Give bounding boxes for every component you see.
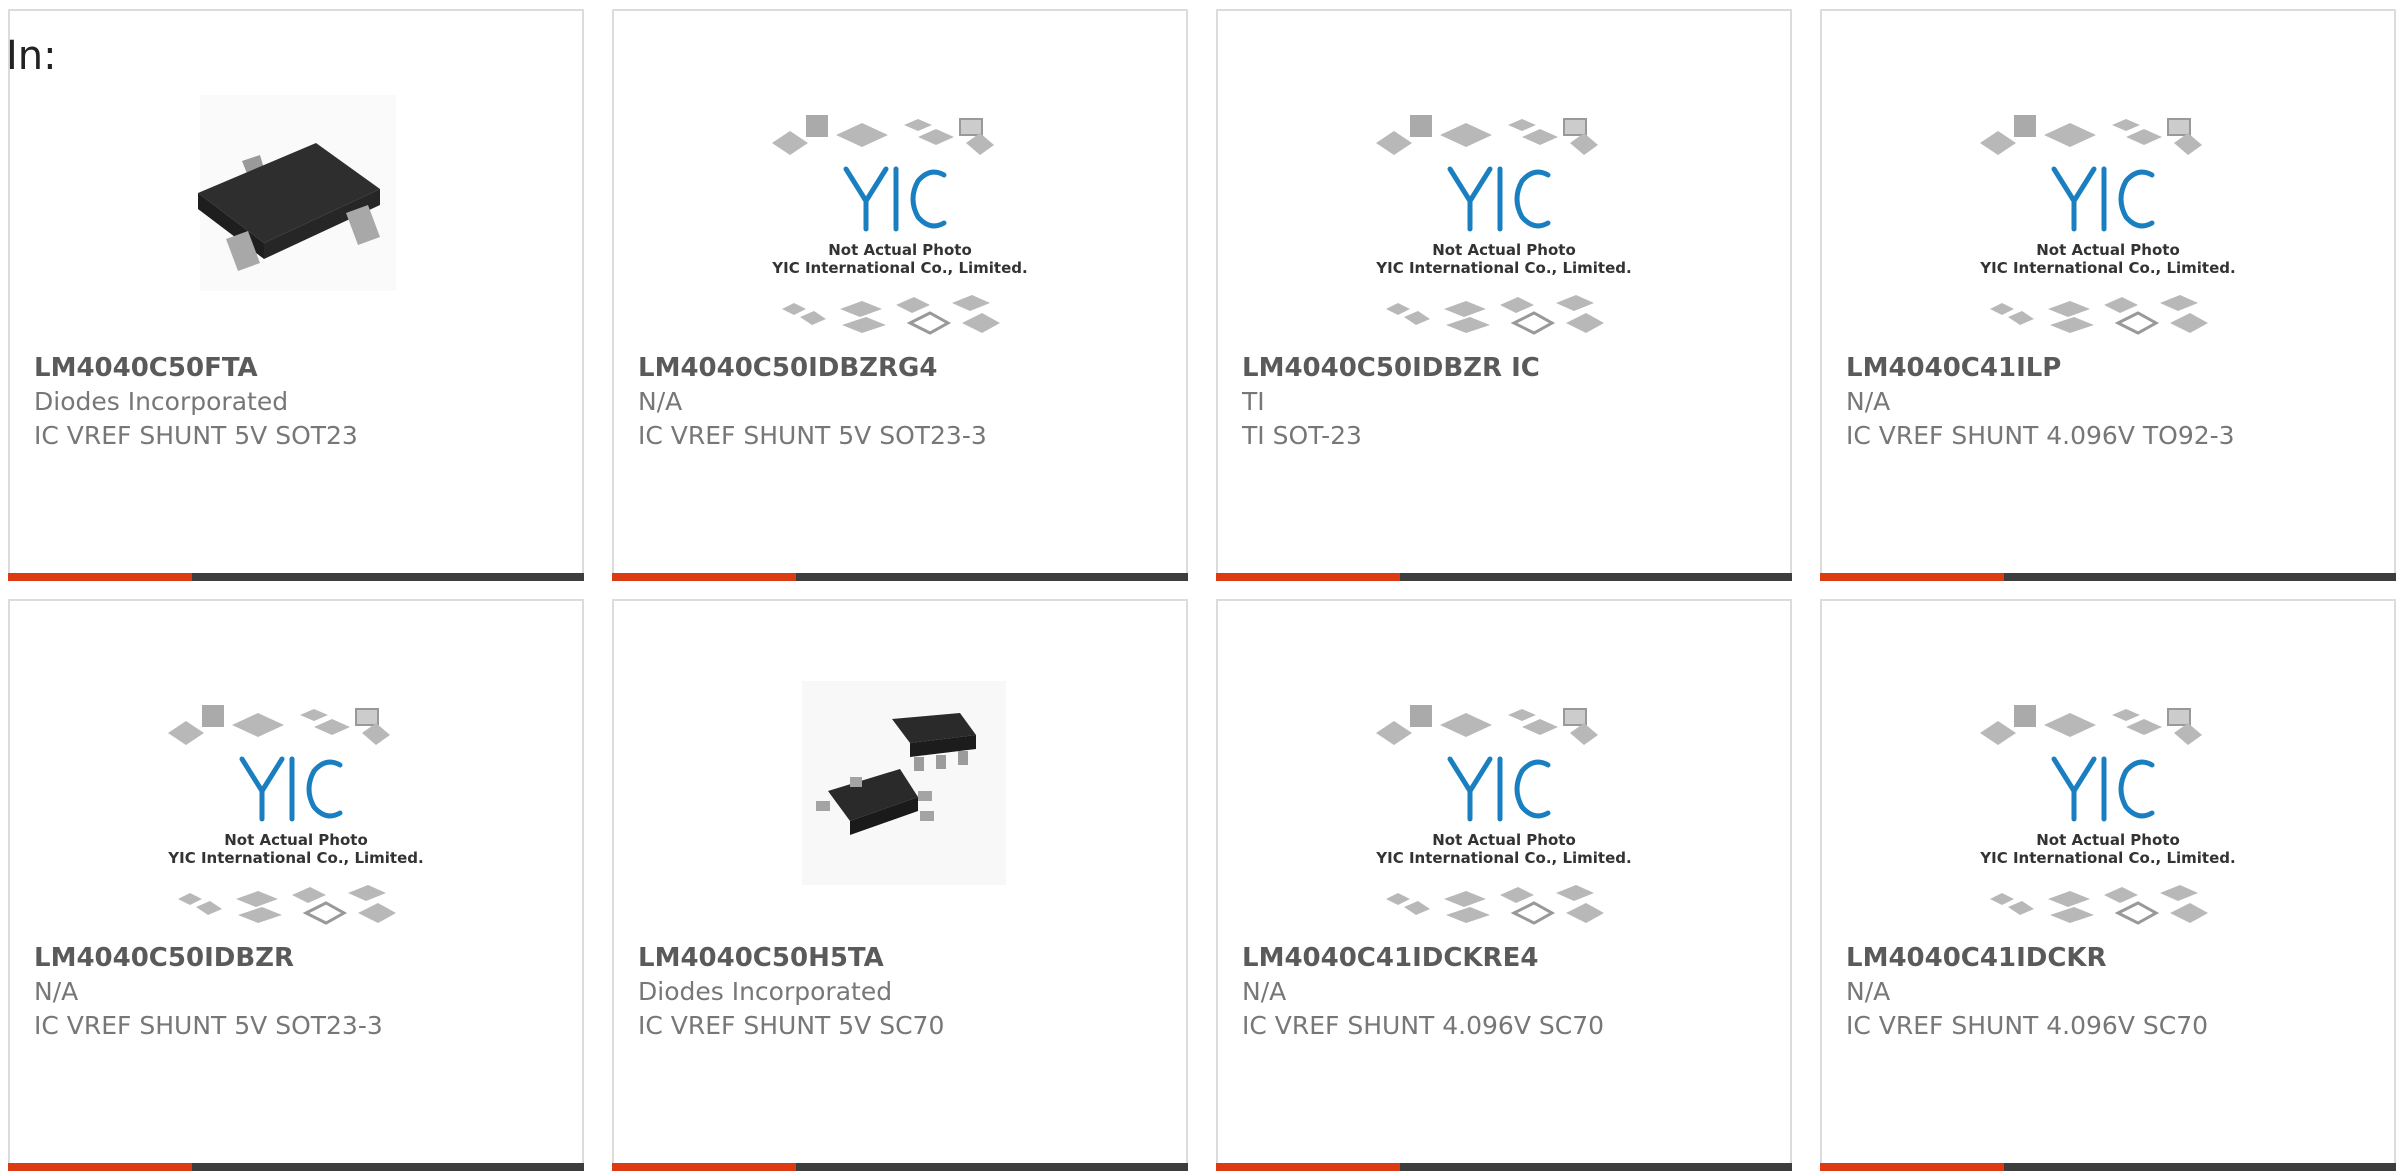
page-label: In: <box>6 33 57 79</box>
card-bar-accent <box>1216 573 1400 581</box>
card-bar <box>1820 1163 2396 1171</box>
product-card[interactable]: Not Actual Photo YIC International Co., … <box>612 9 1188 581</box>
placeholder-caption: YIC International Co., Limited. <box>1979 849 2235 867</box>
card-bar-accent <box>612 573 796 581</box>
description: IC VREF SHUNT 4.096V TO92-3 <box>1846 421 2235 450</box>
placeholder-caption: YIC International Co., Limited. <box>1375 849 1631 867</box>
part-number[interactable]: LM4040C50FTA <box>34 351 572 385</box>
part-number[interactable]: LM4040C50IDBZR IC <box>1242 351 1780 385</box>
product-card[interactable]: Not Actual Photo YIC International Co., … <box>1820 9 2396 581</box>
manufacturer: N/A <box>1846 977 1891 1006</box>
part-number[interactable]: LM4040C41ILP <box>1846 351 2384 385</box>
part-number[interactable]: LM4040C50IDBZR <box>34 941 572 975</box>
placeholder-caption: Not Actual Photo <box>1432 241 1576 259</box>
card-bar <box>8 1163 584 1171</box>
card-bar-accent <box>1820 1163 2004 1171</box>
manufacturer: N/A <box>34 977 79 1006</box>
placeholder-image[interactable]: Not Actual Photo YIC International Co., … <box>10 671 582 943</box>
card-bar-accent <box>8 1163 192 1171</box>
placeholder-image[interactable]: Not Actual Photo YIC International Co., … <box>614 81 1186 353</box>
card-bar-accent <box>612 1163 796 1171</box>
description: IC VREF SHUNT 4.096V SC70 <box>1242 1011 1605 1040</box>
description: TI SOT-23 <box>1242 421 1362 450</box>
placeholder-caption: YIC International Co., Limited. <box>167 849 423 867</box>
manufacturer: N/A <box>1846 387 1891 416</box>
manufacturer: N/A <box>638 387 683 416</box>
description: IC VREF SHUNT 5V SOT23-3 <box>638 421 987 450</box>
manufacturer: Diodes Incorporated <box>638 977 893 1006</box>
card-bar-accent <box>1216 1163 1400 1171</box>
card-bar <box>1216 573 1792 581</box>
placeholder-caption: Not Actual Photo <box>2036 241 2180 259</box>
manufacturer: TI <box>1242 387 1265 416</box>
product-card[interactable]: Not Actual Photo YIC International Co., … <box>1216 9 1792 581</box>
product-image-sc70[interactable] <box>614 671 1186 943</box>
product-card[interactable]: LM4040C50FTA Diodes Incorporated IC VREF… <box>8 9 584 581</box>
placeholder-image[interactable]: Not Actual Photo YIC International Co., … <box>1822 81 2394 353</box>
card-bar <box>1216 1163 1792 1171</box>
description: IC VREF SHUNT 5V SC70 <box>638 1011 945 1040</box>
placeholder-caption: Not Actual Photo <box>2036 831 2180 849</box>
card-bar <box>612 573 1188 581</box>
product-card[interactable]: Not Actual Photo YIC International Co., … <box>1820 599 2396 1171</box>
placeholder-caption: YIC International Co., Limited. <box>1979 259 2235 277</box>
placeholder-caption: Not Actual Photo <box>224 831 368 849</box>
description: IC VREF SHUNT 5V SOT23-3 <box>34 1011 383 1040</box>
manufacturer: N/A <box>1242 977 1287 1006</box>
placeholder-caption: Not Actual Photo <box>1432 831 1576 849</box>
card-bar <box>612 1163 1188 1171</box>
placeholder-caption: YIC International Co., Limited. <box>771 259 1027 277</box>
card-bar <box>1820 573 2396 581</box>
manufacturer: Diodes Incorporated <box>34 387 289 416</box>
part-number[interactable]: LM4040C41IDCKRE4 <box>1242 941 1780 975</box>
placeholder-caption: YIC International Co., Limited. <box>1375 259 1631 277</box>
part-number[interactable]: LM4040C50H5TA <box>638 941 1176 975</box>
card-bar <box>8 573 584 581</box>
placeholder-image[interactable]: Not Actual Photo YIC International Co., … <box>1822 671 2394 943</box>
part-number[interactable]: LM4040C41IDCKR <box>1846 941 2384 975</box>
product-card[interactable]: LM4040C50H5TA Diodes Incorporated IC VRE… <box>612 599 1188 1171</box>
product-card[interactable]: Not Actual Photo YIC International Co., … <box>8 599 584 1171</box>
placeholder-caption: Not Actual Photo <box>828 241 972 259</box>
placeholder-image[interactable]: Not Actual Photo YIC International Co., … <box>1218 671 1790 943</box>
product-image-sot23[interactable] <box>10 81 582 353</box>
card-bar-accent <box>8 573 192 581</box>
placeholder-image[interactable]: Not Actual Photo YIC International Co., … <box>1218 81 1790 353</box>
product-card[interactable]: Not Actual Photo YIC International Co., … <box>1216 599 1792 1171</box>
card-bar-accent <box>1820 573 2004 581</box>
description: IC VREF SHUNT 4.096V SC70 <box>1846 1011 2209 1040</box>
description: IC VREF SHUNT 5V SOT23 <box>34 421 358 450</box>
part-number[interactable]: LM4040C50IDBZRG4 <box>638 351 1176 385</box>
